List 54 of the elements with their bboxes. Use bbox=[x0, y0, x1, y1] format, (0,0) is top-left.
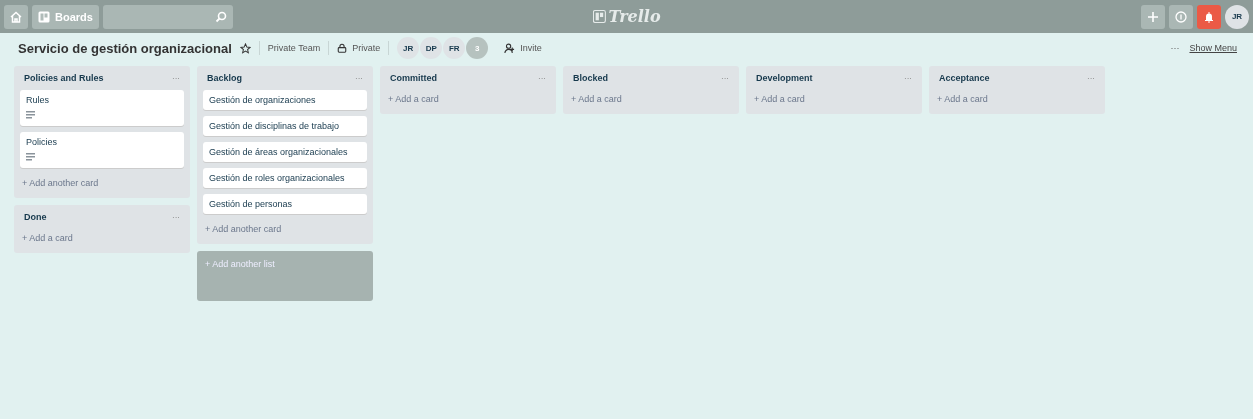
list-title[interactable]: Done bbox=[24, 212, 47, 222]
card-title: Rules bbox=[26, 95, 49, 105]
card-title: Gestión de roles organizacionales bbox=[209, 173, 345, 183]
description-icon bbox=[26, 111, 35, 119]
board-icon bbox=[38, 10, 50, 23]
search-icon bbox=[214, 10, 227, 23]
card-title: Gestión de disciplinas de trabajo bbox=[209, 121, 340, 131]
bell-icon bbox=[1203, 10, 1215, 23]
card[interactable]: Rules bbox=[20, 90, 184, 126]
member-avatar[interactable]: JR bbox=[397, 37, 420, 59]
add-card-button[interactable]: + Add another card bbox=[203, 220, 284, 240]
show-menu-link[interactable]: Show Menu bbox=[1189, 43, 1237, 53]
add-card-button[interactable]: + Add a card bbox=[569, 90, 624, 110]
star-icon[interactable] bbox=[239, 42, 251, 54]
add-card-button[interactable]: + Add a card bbox=[752, 90, 807, 110]
info-icon bbox=[1175, 10, 1187, 23]
person-add-icon bbox=[504, 42, 516, 54]
member-avatar[interactable]: FR bbox=[443, 37, 466, 59]
notifications-button[interactable] bbox=[1197, 4, 1221, 29]
add-card-button[interactable]: + Add a card bbox=[386, 90, 441, 110]
description-icon bbox=[26, 153, 35, 161]
card[interactable]: Gestión de organizaciones bbox=[203, 90, 367, 110]
card-title: Gestión de áreas organizacionales bbox=[209, 147, 348, 157]
card-title: Gestión de organizaciones bbox=[209, 95, 316, 105]
menu-dots: ··· bbox=[1170, 43, 1180, 53]
card[interactable]: Gestión de disciplinas de trabajo bbox=[203, 116, 367, 136]
plus-icon bbox=[1147, 10, 1159, 23]
list-title[interactable]: Committed bbox=[390, 73, 437, 83]
home-icon bbox=[10, 10, 22, 23]
profile-avatar[interactable]: JR bbox=[1225, 4, 1249, 29]
lock-icon bbox=[337, 43, 348, 53]
visibility-button[interactable]: Private bbox=[337, 43, 381, 53]
home-button[interactable] bbox=[4, 4, 28, 29]
card[interactable]: Gestión de áreas organizacionales bbox=[203, 142, 367, 162]
list-title[interactable]: Backlog bbox=[207, 73, 242, 83]
member-avatar[interactable]: DP bbox=[420, 37, 443, 59]
team-button[interactable]: Private Team bbox=[267, 43, 321, 53]
search-field[interactable] bbox=[102, 4, 233, 29]
card-title: Gestión de personas bbox=[209, 199, 293, 209]
list-title[interactable]: Acceptance bbox=[939, 73, 990, 83]
card[interactable]: Policies bbox=[20, 132, 184, 168]
board-title[interactable]: Servicio de gestión organizacional bbox=[18, 40, 232, 56]
add-card-button[interactable]: + Add a card bbox=[20, 229, 75, 249]
list-title[interactable]: Policies and Rules bbox=[24, 73, 104, 83]
info-button[interactable] bbox=[1169, 4, 1193, 29]
card[interactable]: Gestión de roles organizacionales bbox=[203, 168, 367, 188]
add-card-button[interactable]: + Add another card bbox=[20, 174, 101, 194]
card-title: Policies bbox=[26, 137, 57, 147]
invite-button[interactable]: Invite bbox=[504, 42, 542, 54]
list-title[interactable]: Development bbox=[756, 73, 813, 83]
card[interactable]: Gestión de personas bbox=[203, 194, 367, 214]
add-card-button[interactable]: + Add a card bbox=[935, 90, 990, 110]
list-title[interactable]: Blocked bbox=[573, 73, 608, 83]
add-button[interactable] bbox=[1141, 4, 1165, 29]
